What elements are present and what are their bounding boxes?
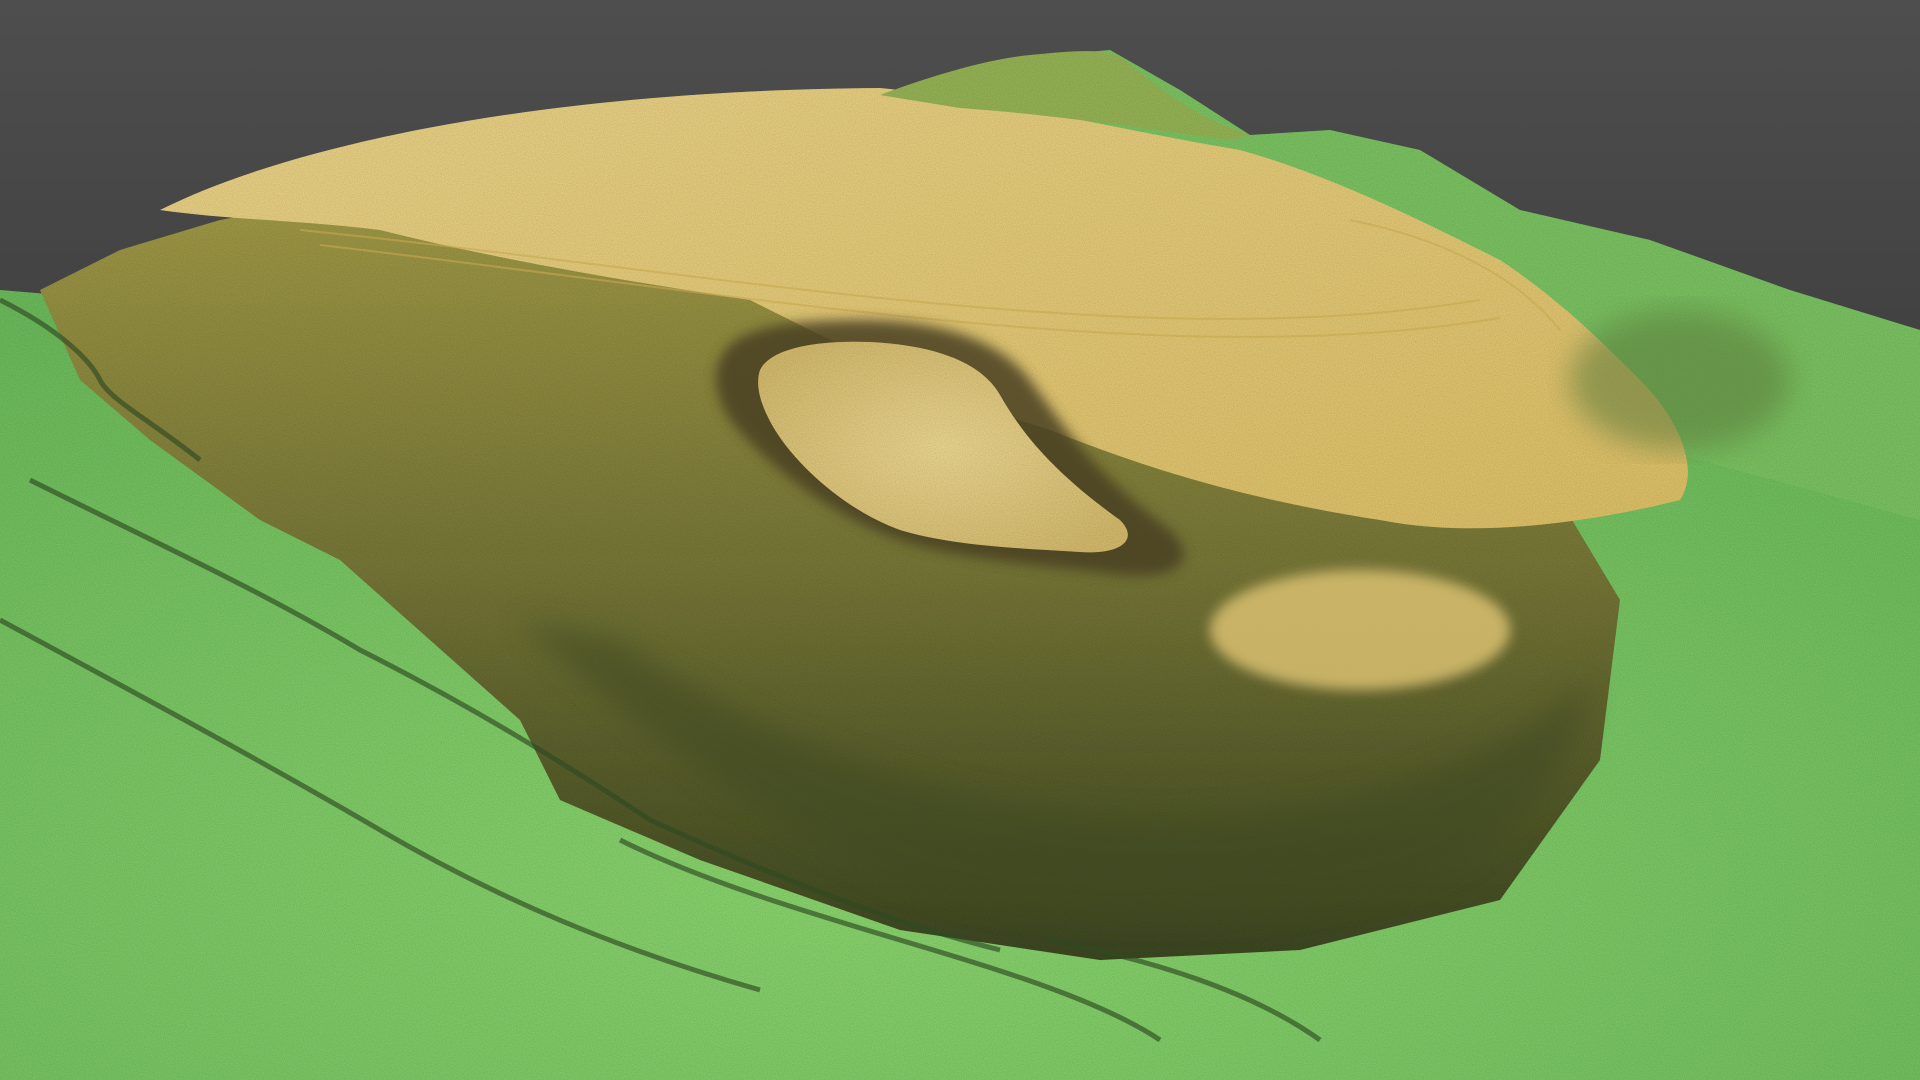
- 3d-terrain-viewport[interactable]: [0, 0, 1920, 1080]
- annex-lobe: [1210, 570, 1510, 690]
- right-hollow: [1570, 310, 1790, 450]
- terrain-render: [0, 0, 1920, 1080]
